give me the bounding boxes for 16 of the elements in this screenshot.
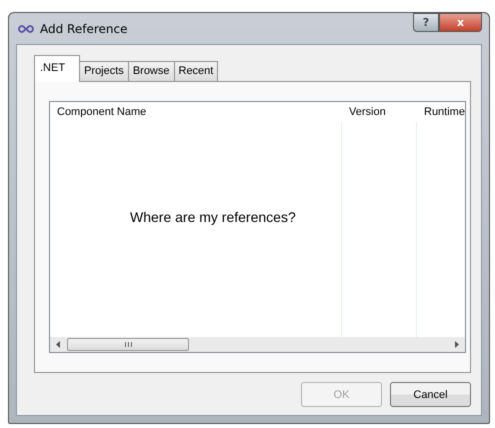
window-title: Add Reference [40,22,128,36]
help-button[interactable]: ? [413,13,439,32]
column-header[interactable]: Component Name [50,102,342,122]
scrollbar-thumb[interactable] [67,338,189,351]
infinity-icon [18,24,34,32]
tab[interactable]: Browse [128,61,174,81]
cancel-button[interactable]: Cancel [390,382,471,407]
column-header[interactable]: Version [342,102,417,122]
tab[interactable]: Recent [174,61,218,81]
column-header[interactable]: Runtime [417,102,465,122]
empty-message: Where are my references? [130,208,296,224]
tab[interactable]: Projects [79,61,129,81]
scroll-left-icon[interactable] [56,341,60,348]
tab[interactable]: .NET [34,55,80,82]
horizontal-scrollbar[interactable] [50,337,465,352]
scroll-right-icon[interactable] [454,341,459,348]
